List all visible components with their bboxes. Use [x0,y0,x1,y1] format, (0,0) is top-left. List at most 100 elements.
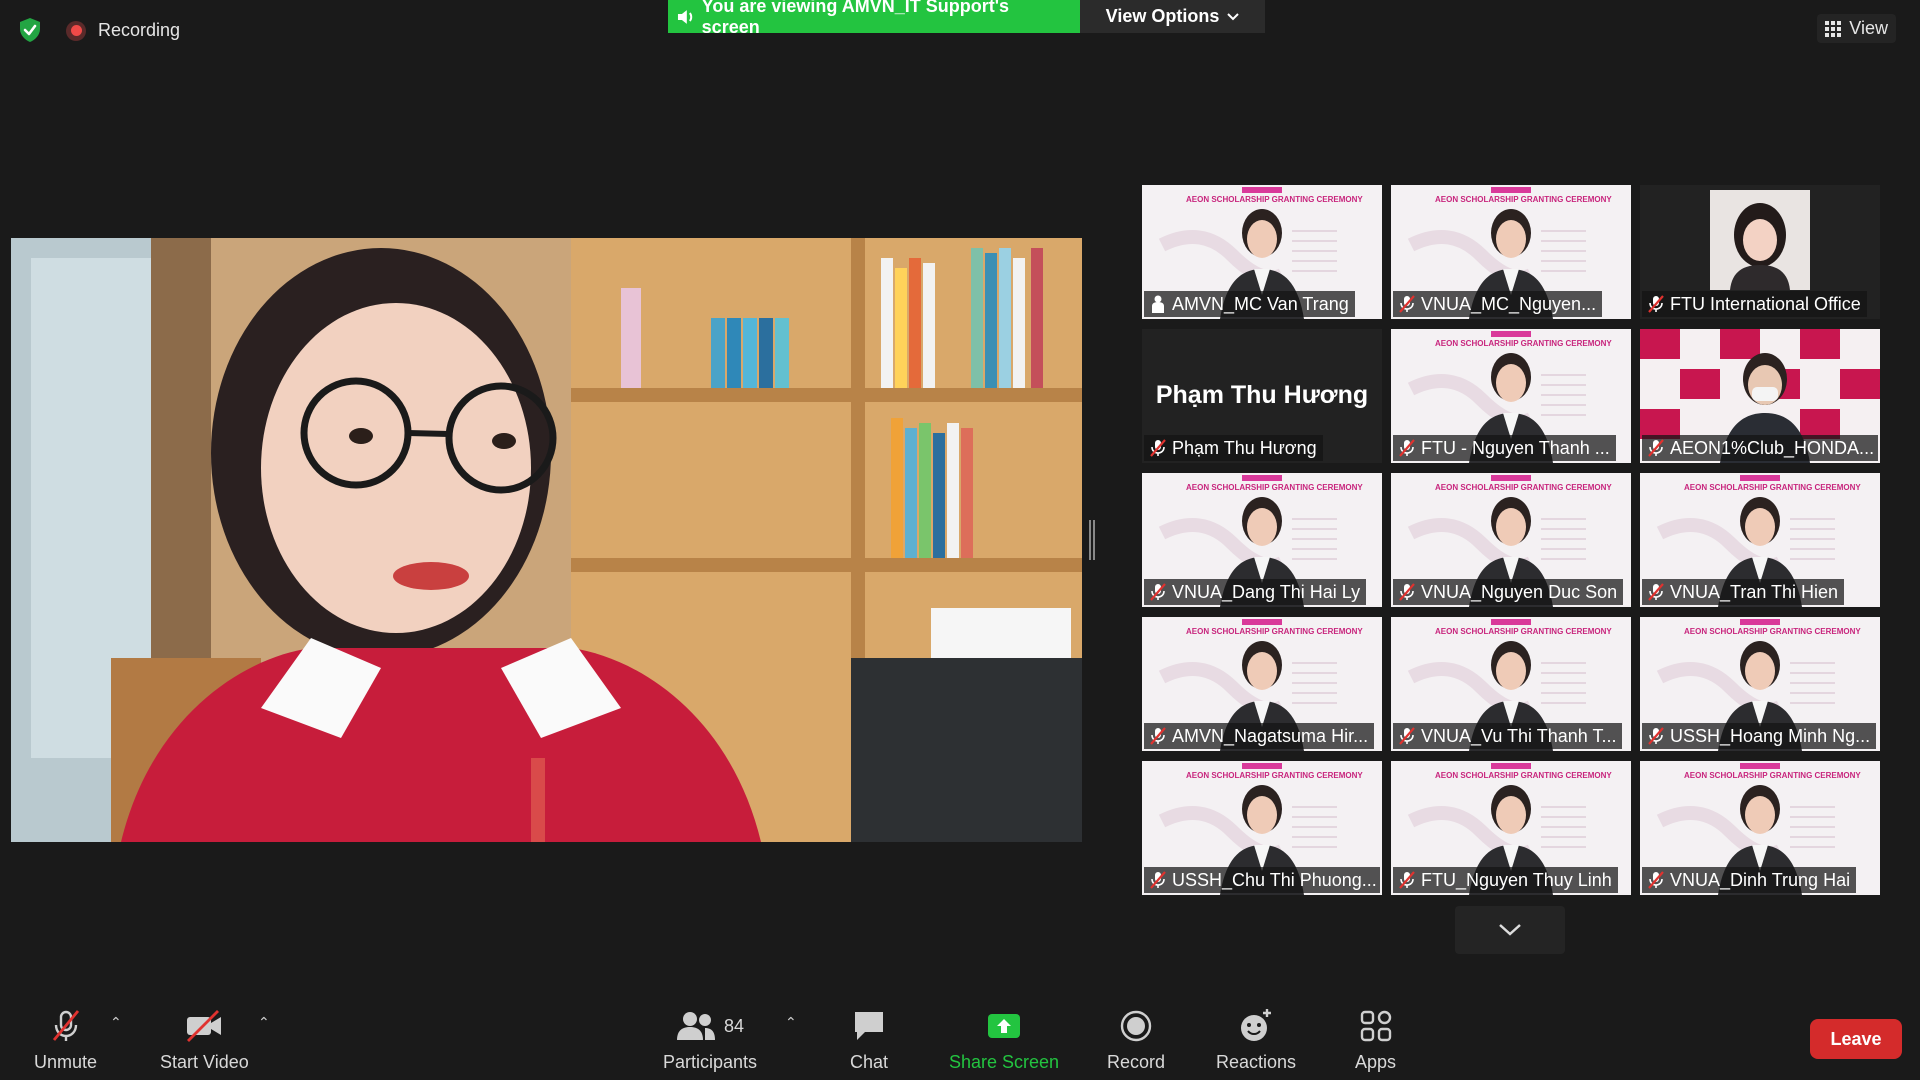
meeting-toolbar: Unmute ⌃ Start Video ⌃ 84 Participants ⌃… [0,990,1920,1080]
participants-button[interactable]: 84 Participants [663,1008,757,1073]
participants-label: Participants [663,1052,758,1072]
record-icon [1120,1010,1152,1042]
microphone-muted-icon [1648,583,1664,601]
screen-share-banner: You are viewing AMVN_IT Support's screen… [668,0,1265,37]
participant-tile[interactable]: AEON SCHOLARSHIP GRANTING CEREMONY VNUA_M… [1391,185,1631,319]
viewing-screen-text: You are viewing AMVN_IT Support's screen [701,0,1009,37]
view-options-button[interactable]: View Options [1080,0,1265,33]
reactions-button[interactable]: Reactions [1216,1008,1296,1073]
unmute-label: Unmute [34,1052,98,1072]
svg-text:AEON SCHOLARSHIP GRANTING CERE: AEON SCHOLARSHIP GRANTING CEREMONY [1435,771,1612,780]
participant-name-tag: AMVN_Nagatsuma Hir... [1144,723,1375,749]
svg-text:AEON SCHOLARSHIP GRANTING CERE: AEON SCHOLARSHIP GRANTING CEREMONY [1684,627,1861,636]
view-layout-button[interactable]: View [1817,14,1896,43]
audio-options-caret[interactable]: ⌃ [110,1014,122,1031]
participant-name: USSH_Hoang Minh Ng... [1670,726,1871,746]
participant-tile[interactable]: AEON SCHOLARSHIP GRANTING CEREMONY VNUA_D… [1640,761,1880,895]
participant-name-tag: AEON1%Club_HONDA... [1642,435,1878,461]
speaker-icon [677,9,693,24]
participant-tile[interactable]: AEON1%Club_HONDA... [1640,329,1880,463]
share-screen-button[interactable]: Share Screen [949,1008,1059,1073]
recording-label: Recording [98,20,181,40]
svg-text:AEON SCHOLARSHIP GRANTING CERE: AEON SCHOLARSHIP GRANTING CEREMONY [1435,339,1612,348]
leave-meeting-button[interactable]: Leave [1810,1019,1902,1059]
participant-tile[interactable]: AEON SCHOLARSHIP GRANTING CEREMONY AMVN_M… [1142,185,1382,319]
chevron-down-icon [1227,12,1240,20]
person-icon [1152,295,1164,313]
svg-text:AEON SCHOLARSHIP GRANTING CERE: AEON SCHOLARSHIP GRANTING CEREMONY [1186,195,1363,204]
chevron-down-icon [1499,924,1521,936]
participants-options-caret[interactable]: ⌃ [785,1014,797,1031]
microphone-muted-icon [1150,583,1166,601]
participant-name: VNUA_MC_Nguyen... [1421,294,1597,314]
participant-name-tag: Phạm Thu Hương [1144,435,1323,461]
participant-name: AEON1%Club_HONDA... [1670,438,1875,458]
record-button[interactable]: Record [1107,1008,1165,1073]
microphone-muted-icon [1648,871,1664,889]
chat-bubble-icon [855,1012,884,1040]
participant-name: AMVN_Nagatsuma Hir... [1172,726,1369,746]
participant-name-tag: VNUA_MC_Nguyen... [1393,291,1603,317]
scroll-more-participants-button[interactable] [1455,906,1565,954]
participant-name-tag: FTU_Nguyen Thuy Linh [1393,867,1618,893]
recording-dot-icon [66,20,86,41]
microphone-muted-icon [1648,439,1664,457]
participant-name: FTU International Office [1670,294,1861,314]
participant-gallery: AEON SCHOLARSHIP GRANTING CEREMONY AMVN_M… [1142,185,1880,895]
apps-icon [1360,1010,1391,1042]
panel-resize-handle[interactable] [1089,520,1095,560]
participant-name-tag: FTU International Office [1642,291,1867,317]
participant-name: Phạm Thu Hương [1172,438,1317,458]
svg-text:AEON SCHOLARSHIP GRANTING CERE: AEON SCHOLARSHIP GRANTING CEREMONY [1435,195,1612,204]
view-label: View [1849,18,1888,38]
record-label: Record [1107,1052,1166,1072]
participant-name: FTU - Nguyen Thanh ... [1421,438,1610,458]
reactions-label: Reactions [1216,1052,1297,1072]
unmute-button[interactable]: Unmute [34,1008,97,1073]
svg-text:AEON SCHOLARSHIP GRANTING CERE: AEON SCHOLARSHIP GRANTING CEREMONY [1435,627,1612,636]
participant-tile[interactable]: AEON SCHOLARSHIP GRANTING CEREMONY USSH_H… [1640,617,1880,751]
apps-button[interactable]: Apps [1355,1008,1396,1073]
participant-tile[interactable]: AEON SCHOLARSHIP GRANTING CEREMONY FTU - … [1391,329,1631,463]
participant-tile[interactable]: AEON SCHOLARSHIP GRANTING CEREMONY VNUA_D… [1142,473,1382,607]
svg-text:AEON SCHOLARSHIP GRANTING CERE: AEON SCHOLARSHIP GRANTING CEREMONY [1435,483,1612,492]
participant-name: USSH_Chu Thi Phuong... [1172,870,1377,890]
participant-name-tag: VNUA_Tran Thi Hien [1642,579,1845,605]
chat-button[interactable]: Chat [850,1008,888,1073]
start-video-button[interactable]: Start Video [160,1008,249,1073]
encryption-shield-icon[interactable] [18,17,42,43]
svg-text:AEON SCHOLARSHIP GRANTING CERE: AEON SCHOLARSHIP GRANTING CEREMONY [1186,771,1363,780]
participants-count: 84 [724,1015,745,1036]
participant-tile[interactable]: Phạm Thu Hương Phạm Thu Hương [1142,329,1382,463]
active-speaker-video[interactable] [11,238,1082,842]
microphone-muted-icon [1399,727,1415,745]
participant-tile[interactable]: AEON SCHOLARSHIP GRANTING CEREMONY VNUA_V… [1391,617,1631,751]
participant-name-tag: AMVN_MC Van Trang [1144,291,1355,317]
participant-name-tag: USSH_Hoang Minh Ng... [1642,723,1877,749]
participant-tile[interactable]: AEON SCHOLARSHIP GRANTING CEREMONY AMVN_N… [1142,617,1382,751]
recording-indicator[interactable]: Recording [66,20,180,41]
grid-icon [1825,20,1842,37]
participant-tile[interactable]: AEON SCHOLARSHIP GRANTING CEREMONY VNUA_N… [1391,473,1631,607]
participant-tile[interactable]: AEON SCHOLARSHIP GRANTING CEREMONY FTU_Ng… [1391,761,1631,895]
participants-icon [677,1012,715,1040]
chat-label: Chat [850,1052,889,1072]
microphone-muted-icon [52,1010,79,1041]
participant-name: VNUA_Dinh Trung Hai [1670,870,1851,890]
participant-name-tag: VNUA_Nguyen Duc Son [1393,579,1624,605]
participant-tile[interactable]: AEON SCHOLARSHIP GRANTING CEREMONY USSH_C… [1142,761,1382,895]
participant-name: AMVN_MC Van Trang [1172,294,1349,314]
microphone-muted-icon [1150,871,1166,889]
reaction-smiley-icon [1241,1009,1272,1041]
microphone-muted-icon [1150,439,1166,457]
microphone-muted-icon [1399,583,1415,601]
participant-name-tag: VNUA_Dinh Trung Hai [1642,867,1857,893]
participant-tile[interactable]: AEON SCHOLARSHIP GRANTING CEREMONY VNUA_T… [1640,473,1880,607]
video-options-caret[interactable]: ⌃ [258,1014,270,1031]
participant-name: VNUA_Dang Thi Hai Ly [1172,582,1361,602]
participant-name: VNUA_Tran Thi Hien [1670,582,1839,602]
participant-name: VNUA_Vu Thi Thanh T... [1421,726,1617,746]
microphone-muted-icon [1399,295,1415,313]
participant-tile[interactable]: FTU International Office [1640,185,1880,319]
zoom-meeting-window: Recording You are viewing AMVN_IT Suppor… [0,0,1920,1080]
